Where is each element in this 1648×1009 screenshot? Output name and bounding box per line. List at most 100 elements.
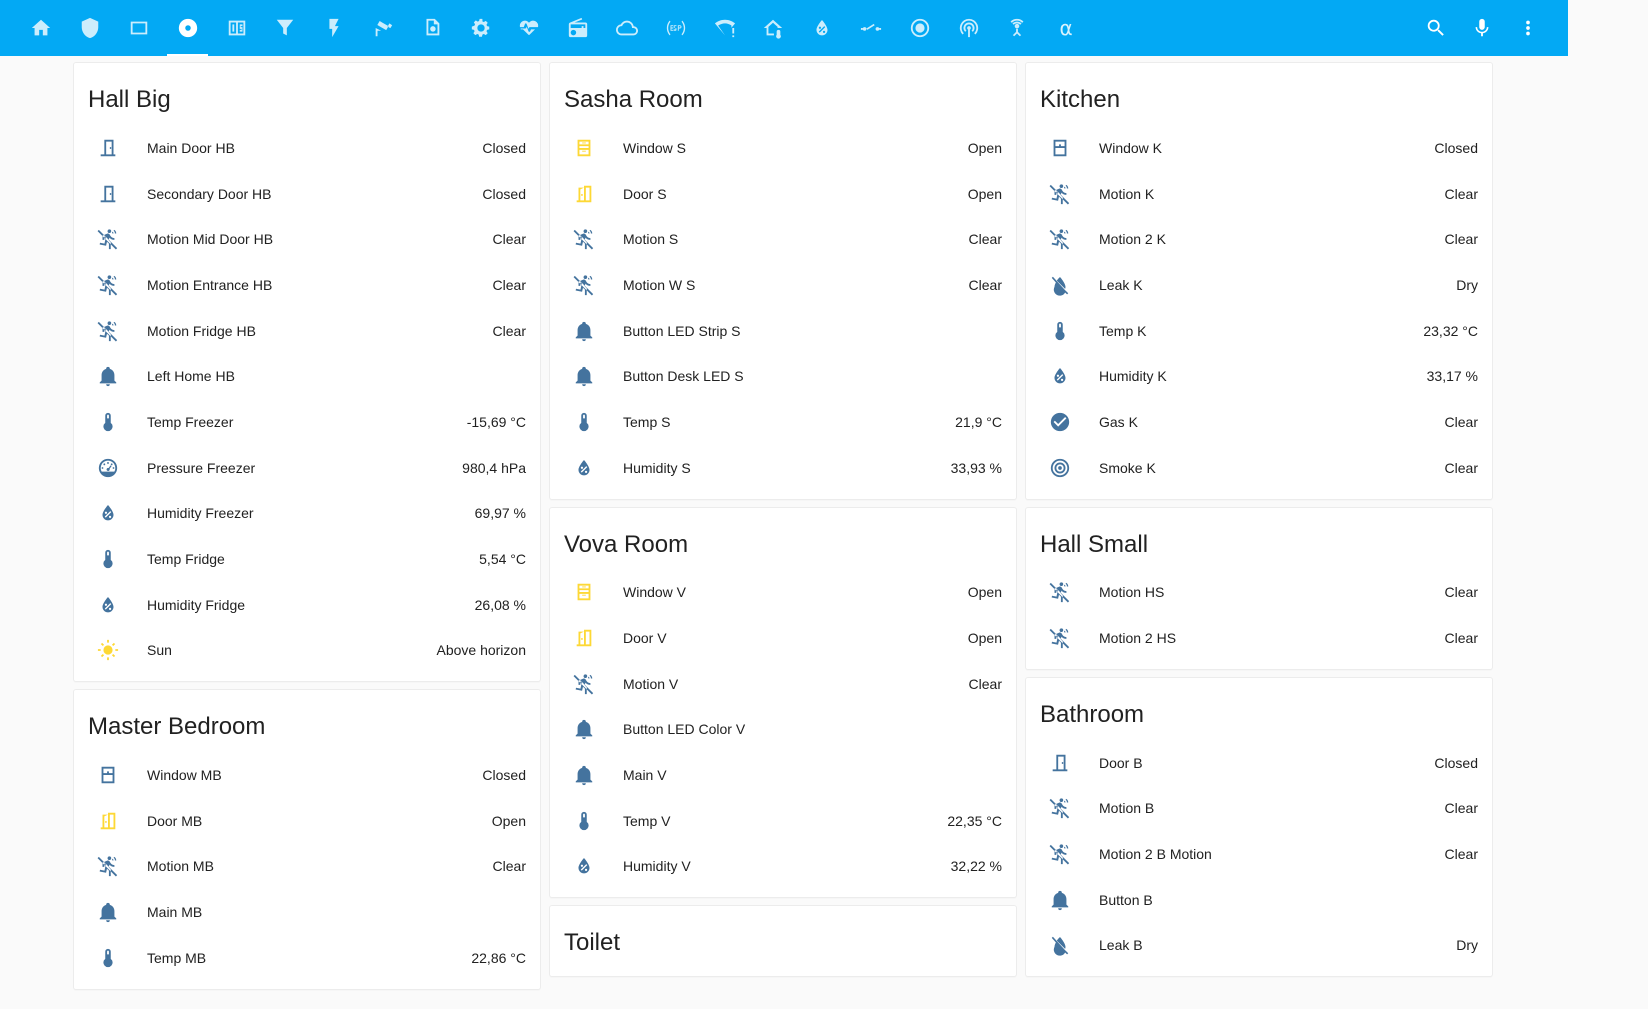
- entity-name[interactable]: Motion K: [1099, 186, 1445, 202]
- tab-gear[interactable]: [456, 0, 505, 56]
- bell-icon[interactable]: [570, 362, 598, 390]
- entity-name[interactable]: Motion HS: [1099, 584, 1445, 600]
- entity-row[interactable]: Door MB Open: [74, 798, 540, 844]
- entity-row[interactable]: Secondary Door HB Closed: [74, 171, 540, 217]
- entity-row[interactable]: Temp Fridge 5,54 °C: [74, 536, 540, 582]
- entity-name[interactable]: Pressure Freezer: [147, 460, 462, 476]
- entity-name[interactable]: Motion W S: [623, 277, 969, 293]
- tab-camera-settings[interactable]: [407, 0, 456, 56]
- entity-row[interactable]: Motion 2 HS Clear: [1026, 615, 1492, 661]
- entity-row[interactable]: Button Desk LED S: [550, 353, 1016, 399]
- motion-icon[interactable]: [94, 271, 122, 299]
- entity-row[interactable]: Motion Entrance HB Clear: [74, 262, 540, 308]
- entity-name[interactable]: Main V: [623, 767, 1002, 783]
- tab-home[interactable]: [17, 0, 66, 56]
- water-percent-icon[interactable]: [94, 499, 122, 527]
- entity-name[interactable]: Motion S: [623, 231, 969, 247]
- entity-row[interactable]: Button LED Strip S: [550, 308, 1016, 354]
- entity-name[interactable]: Button LED Color V: [623, 721, 1002, 737]
- entity-row[interactable]: Motion W S Clear: [550, 262, 1016, 308]
- entity-row[interactable]: Temp MB 22,86 °C: [74, 935, 540, 981]
- thermometer-icon[interactable]: [570, 408, 598, 436]
- entity-row[interactable]: Motion K Clear: [1026, 171, 1492, 217]
- entity-row[interactable]: Gas K Clear: [1026, 399, 1492, 445]
- entity-name[interactable]: Left Home HB: [147, 368, 526, 384]
- tab-shield[interactable]: [66, 0, 115, 56]
- entity-name[interactable]: Main MB: [147, 904, 526, 920]
- entity-row[interactable]: Button LED Color V: [550, 707, 1016, 753]
- tab-water-percent[interactable]: [798, 0, 847, 56]
- entity-name[interactable]: Humidity V: [623, 858, 951, 874]
- entity-row[interactable]: Motion S Clear: [550, 216, 1016, 262]
- entity-row[interactable]: Temp Freezer -15,69 °C: [74, 399, 540, 445]
- entity-name[interactable]: Door B: [1099, 755, 1434, 771]
- tab-access-point[interactable]: [944, 0, 993, 56]
- entity-row[interactable]: Motion MB Clear: [74, 844, 540, 890]
- motion-icon[interactable]: [94, 852, 122, 880]
- entity-name[interactable]: Secondary Door HB: [147, 186, 482, 202]
- entity-name[interactable]: Motion 2 K: [1099, 231, 1445, 247]
- window-open-icon[interactable]: [570, 134, 598, 162]
- entity-row[interactable]: Humidity V 32,22 %: [550, 844, 1016, 890]
- entity-name[interactable]: Window V: [623, 584, 968, 600]
- thermometer-icon[interactable]: [94, 408, 122, 436]
- entity-row[interactable]: Humidity Freezer 69,97 %: [74, 491, 540, 537]
- motion-icon[interactable]: [1046, 840, 1074, 868]
- entity-name[interactable]: Window MB: [147, 767, 482, 783]
- entity-name[interactable]: Main Door HB: [147, 140, 482, 156]
- entity-row[interactable]: Motion V Clear: [550, 661, 1016, 707]
- thermometer-icon[interactable]: [94, 944, 122, 972]
- motion-icon[interactable]: [570, 225, 598, 253]
- entity-name[interactable]: Smoke K: [1099, 460, 1445, 476]
- entity-name[interactable]: Motion MB: [147, 858, 493, 874]
- motion-icon[interactable]: [94, 225, 122, 253]
- entity-name[interactable]: Motion Mid Door HB: [147, 231, 493, 247]
- gauge-icon[interactable]: [94, 454, 122, 482]
- entity-name[interactable]: Sun: [147, 642, 436, 658]
- entity-row[interactable]: Motion HS Clear: [1026, 570, 1492, 616]
- window-closed-icon[interactable]: [94, 761, 122, 789]
- tab-alpha[interactable]: α: [1042, 0, 1091, 56]
- tab-disc[interactable]: [163, 0, 212, 56]
- entity-name[interactable]: Motion V: [623, 676, 969, 692]
- entity-name[interactable]: Temp K: [1099, 323, 1423, 339]
- entity-name[interactable]: Window K: [1099, 140, 1434, 156]
- entity-name[interactable]: Window S: [623, 140, 968, 156]
- motion-icon[interactable]: [94, 317, 122, 345]
- search-button[interactable]: [1413, 0, 1459, 56]
- entity-row[interactable]: Smoke K Clear: [1026, 445, 1492, 491]
- water-off-icon[interactable]: [1046, 271, 1074, 299]
- entity-name[interactable]: Humidity Fridge: [147, 597, 475, 613]
- water-off-icon[interactable]: [1046, 931, 1074, 959]
- entity-name[interactable]: Temp V: [623, 813, 947, 829]
- entity-name[interactable]: Door S: [623, 186, 968, 202]
- door-open-icon[interactable]: [570, 180, 598, 208]
- entity-name[interactable]: Humidity Freezer: [147, 505, 475, 521]
- tab-radio[interactable]: [554, 0, 603, 56]
- bell-icon[interactable]: [94, 898, 122, 926]
- motion-icon[interactable]: [1046, 578, 1074, 606]
- thermometer-icon[interactable]: [570, 807, 598, 835]
- thermometer-icon[interactable]: [94, 545, 122, 573]
- tab-home-thermometer[interactable]: [749, 0, 798, 56]
- entity-name[interactable]: Button B: [1099, 892, 1478, 908]
- entity-row[interactable]: Door S Open: [550, 171, 1016, 217]
- entity-row[interactable]: Motion Fridge HB Clear: [74, 308, 540, 354]
- entity-row[interactable]: Humidity K 33,17 %: [1026, 353, 1492, 399]
- entity-name[interactable]: Temp MB: [147, 950, 471, 966]
- entity-name[interactable]: Button Desk LED S: [623, 368, 1002, 384]
- bell-icon[interactable]: [94, 362, 122, 390]
- entity-row[interactable]: Main Door HB Closed: [74, 125, 540, 171]
- entity-row[interactable]: Main V: [550, 752, 1016, 798]
- entity-row[interactable]: Window V Open: [550, 570, 1016, 616]
- water-percent-icon[interactable]: [570, 852, 598, 880]
- entity-name[interactable]: Motion Entrance HB: [147, 277, 493, 293]
- entity-name[interactable]: Humidity S: [623, 460, 951, 476]
- tab-switch[interactable]: [847, 0, 896, 56]
- entity-row[interactable]: Temp K 23,32 °C: [1026, 308, 1492, 354]
- entity-name[interactable]: Leak B: [1099, 937, 1456, 953]
- sun-icon[interactable]: [94, 636, 122, 664]
- motion-icon[interactable]: [1046, 180, 1074, 208]
- tab-cloud[interactable]: [603, 0, 652, 56]
- entity-name[interactable]: Temp S: [623, 414, 955, 430]
